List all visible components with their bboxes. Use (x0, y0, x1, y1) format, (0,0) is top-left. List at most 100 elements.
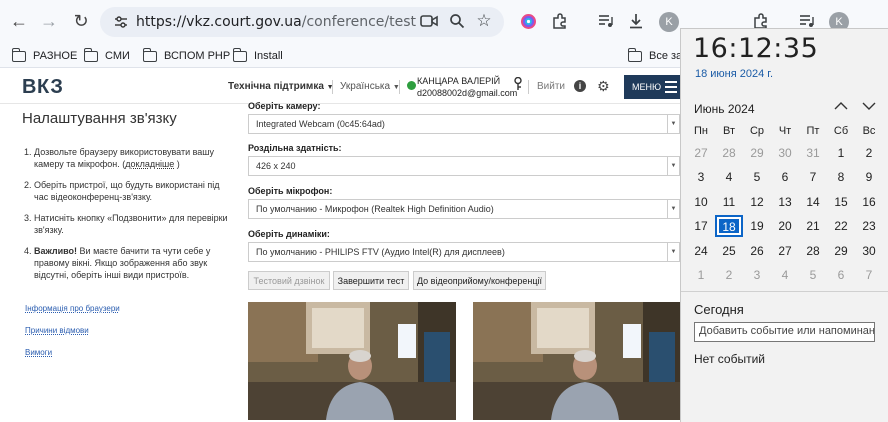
clock-date[interactable]: 18 июня 2024 г. (695, 68, 773, 80)
calendar-day[interactable]: 6 (827, 264, 855, 286)
back-arrow-icon[interactable]: ← (6, 8, 32, 34)
language-dropdown[interactable]: Українська ▼ (340, 81, 400, 92)
folder-icon (83, 47, 98, 62)
download-icon[interactable] (625, 10, 647, 32)
local-video-preview (248, 302, 456, 420)
site-header: ВКЗ Технічна підтримка ▼ Українська ▼ КА… (0, 68, 680, 104)
info-icon[interactable]: i (574, 80, 586, 92)
calendar-day[interactable]: 4 (715, 166, 743, 188)
add-event-input[interactable]: Добавить событие или напоминание (694, 322, 875, 342)
calendar-day[interactable]: 7 (855, 264, 883, 286)
calendar-day[interactable]: 21 (799, 215, 827, 237)
calendar-day[interactable]: 27 (771, 240, 799, 262)
resolution-label: Роздільна здатність: (248, 143, 342, 153)
reject-reasons-link[interactable]: Причини відмови (25, 326, 120, 335)
bookmark-folder[interactable]: РАЗНОЕ (11, 47, 77, 65)
site-settings-icon[interactable] (106, 7, 136, 37)
weekday-label: Вс (862, 125, 876, 137)
support-dropdown[interactable]: Технічна підтримка ▼ (228, 81, 334, 92)
chevron-down-icon[interactable] (862, 99, 876, 114)
instruction-step: Важливо! Ви маєте бачити та чути себе у … (34, 245, 232, 281)
test-call-button[interactable]: Тестовий дзвінок (248, 271, 330, 290)
key-icon[interactable] (513, 76, 525, 91)
bookmark-folder[interactable]: ВСПОМ PHP (142, 47, 230, 65)
profile-avatar[interactable]: K (659, 12, 679, 32)
calendar-day[interactable]: 28 (799, 240, 827, 262)
calendar-day[interactable]: 17 (687, 215, 715, 237)
zoom-icon[interactable] (446, 10, 468, 32)
extensions-puzzle-icon[interactable] (549, 10, 571, 32)
microphone-select[interactable]: По умолчанию - Микрофон (Realtek High De… (248, 199, 680, 219)
bookmark-star-icon[interactable]: ☆ (473, 10, 495, 32)
calendar-day[interactable]: 15 (827, 191, 855, 213)
user-email[interactable]: d20088002d@gmail.com (417, 88, 517, 98)
calendar-day[interactable]: 29 (827, 240, 855, 262)
calendar-day[interactable]: 31 (799, 142, 827, 164)
calendar-day[interactable]: 7 (799, 166, 827, 188)
calendar-day[interactable]: 6 (771, 166, 799, 188)
calendar-day[interactable]: 8 (827, 166, 855, 188)
calendar-day[interactable]: 3 (743, 264, 771, 286)
calendar-day[interactable]: 20 (771, 215, 799, 237)
calendar-day[interactable]: 4 (771, 264, 799, 286)
weekday-label: Сб (833, 125, 849, 137)
calendar-day[interactable]: 22 (827, 215, 855, 237)
bookmark-folder[interactable]: Install (232, 47, 283, 65)
calendar-day[interactable]: 1 (687, 264, 715, 286)
chevron-down-icon: ▼ (667, 243, 679, 261)
calendar-month[interactable]: Июнь 2024 (694, 102, 755, 116)
more-details-link[interactable]: докладніше (125, 159, 174, 169)
go-to-conference-button[interactable]: До відеоприйому/конференції (413, 271, 546, 290)
menu-button[interactable]: МЕНЮ (624, 75, 680, 99)
calendar-day[interactable]: 11 (715, 191, 743, 213)
calendar-day[interactable]: 13 (771, 191, 799, 213)
chevron-down-icon: ▼ (667, 200, 679, 218)
calendar-day[interactable]: 5 (799, 264, 827, 286)
address-bar[interactable]: https://vkz.court.gov.ua/conference/test (100, 7, 504, 37)
bookmark-folder[interactable]: СМИ (83, 47, 130, 65)
logout-link[interactable]: Вийти (537, 81, 565, 92)
site-logo[interactable]: ВКЗ (22, 76, 63, 99)
reload-icon[interactable]: ↻ (68, 8, 94, 34)
extension-color-icon[interactable] (517, 10, 539, 32)
calendar-day[interactable]: 23 (855, 215, 883, 237)
browser-info-link[interactable]: Інформація про браузери (25, 304, 120, 313)
today-label: Сегодня (694, 302, 744, 317)
calendar-day[interactable]: 26 (743, 240, 771, 262)
calendar-day[interactable]: 2 (855, 142, 883, 164)
end-test-button[interactable]: Завершити тест (333, 271, 409, 290)
calendar-day[interactable]: 10 (687, 191, 715, 213)
calendar-day[interactable]: 24 (687, 240, 715, 262)
calendar-day[interactable]: 30 (855, 240, 883, 262)
url-text: https://vkz.court.gov.ua/conference/test (136, 14, 417, 30)
calendar-day[interactable]: 5 (743, 166, 771, 188)
calendar-day[interactable]: 27 (687, 142, 715, 164)
camera-select[interactable]: Integrated Webcam (0c45:64ad) ▼ (248, 114, 680, 134)
calendar-day[interactable]: 25 (715, 240, 743, 262)
user-name[interactable]: КАНЦАРА ВАЛЕРІЙ (417, 76, 500, 86)
instruction-step: Натисніть кнопку «Подзвонити» для переві… (34, 212, 232, 236)
media-queue-icon[interactable] (595, 10, 617, 32)
forward-arrow-icon[interactable]: → (36, 8, 62, 34)
calendar-day[interactable]: 2 (715, 264, 743, 286)
weekday-label: Вт (722, 125, 735, 137)
calendar-day[interactable]: 12 (743, 191, 771, 213)
chevron-up-icon[interactable] (834, 99, 848, 114)
side-links: Інформація про браузери Причини відмови … (25, 304, 120, 370)
calendar-day[interactable]: 3 (687, 166, 715, 188)
calendar-day[interactable]: 16 (855, 191, 883, 213)
calendar-day[interactable]: 30 (771, 142, 799, 164)
calendar-day[interactable]: 1 (827, 142, 855, 164)
calendar-day-today[interactable]: 18 (715, 215, 743, 238)
settings-gear-icon[interactable]: ⚙ (597, 78, 610, 95)
resolution-select[interactable]: 426 x 240 ▼ (248, 156, 680, 176)
requirements-link[interactable]: Вимоги (25, 348, 120, 357)
chevron-down-icon: ▼ (667, 115, 679, 133)
calendar-day[interactable]: 29 (743, 142, 771, 164)
calendar-day[interactable]: 14 (799, 191, 827, 213)
calendar-day[interactable]: 28 (715, 142, 743, 164)
calendar-day[interactable]: 9 (855, 166, 883, 188)
speaker-select[interactable]: По умолчанию - PHILIPS FTV (Аудио Intel(… (248, 242, 680, 262)
camera-icon[interactable] (418, 10, 440, 32)
calendar-day[interactable]: 19 (743, 215, 771, 237)
